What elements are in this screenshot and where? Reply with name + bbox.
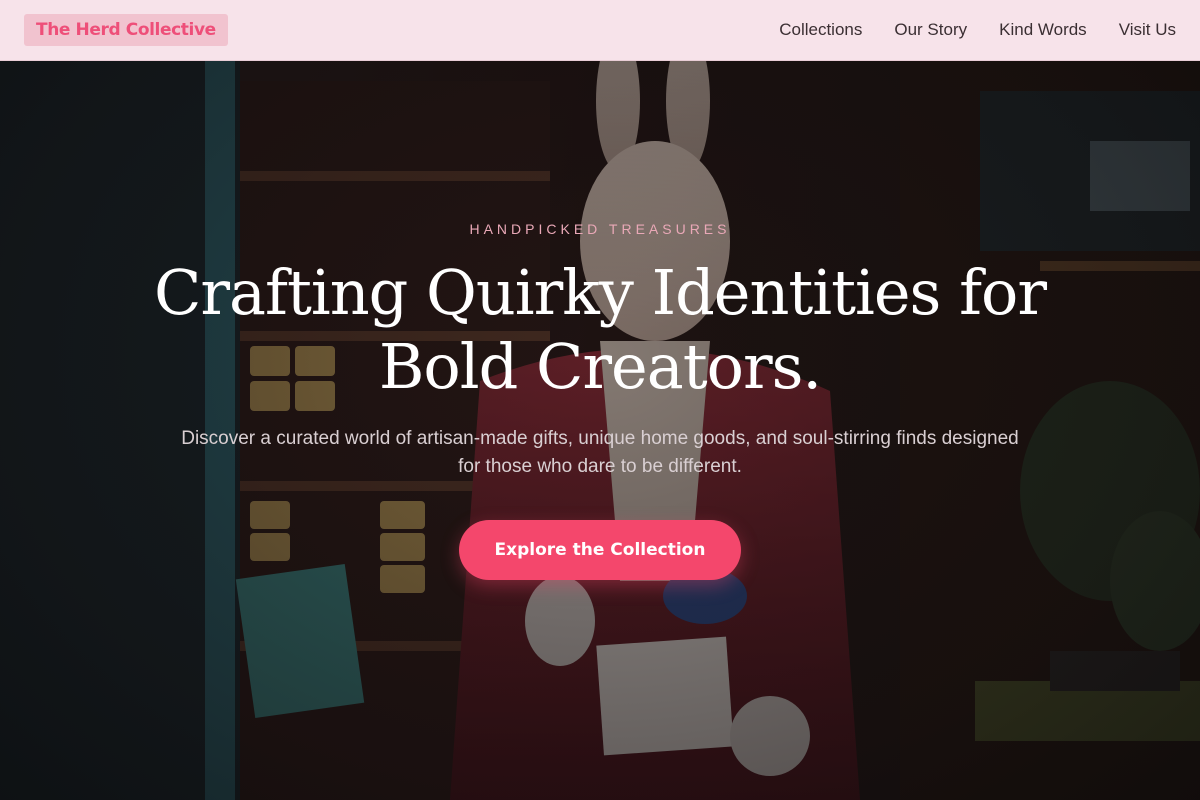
nav-link-visit-us[interactable]: Visit Us: [1119, 20, 1176, 40]
explore-collection-button[interactable]: Explore the Collection: [459, 520, 741, 580]
site-header: The Herd Collective Collections Our Stor…: [0, 0, 1200, 61]
nav-link-kind-words[interactable]: Kind Words: [999, 20, 1087, 40]
hero-eyebrow: HANDPICKED TREASURES: [469, 221, 731, 237]
hero-section: HANDPICKED TREASURES Crafting Quirky Ide…: [0, 61, 1200, 800]
nav-link-our-story[interactable]: Our Story: [894, 20, 967, 40]
main-nav: Collections Our Story Kind Words Visit U…: [779, 20, 1176, 40]
hero-content: HANDPICKED TREASURES Crafting Quirky Ide…: [0, 61, 1200, 800]
brand-logo[interactable]: The Herd Collective: [24, 14, 228, 46]
hero-headline: Crafting Quirky Identities for Bold Crea…: [153, 256, 1047, 403]
hero-subtitle: Discover a curated world of artisan-made…: [181, 428, 1019, 477]
nav-link-collections[interactable]: Collections: [779, 20, 862, 40]
